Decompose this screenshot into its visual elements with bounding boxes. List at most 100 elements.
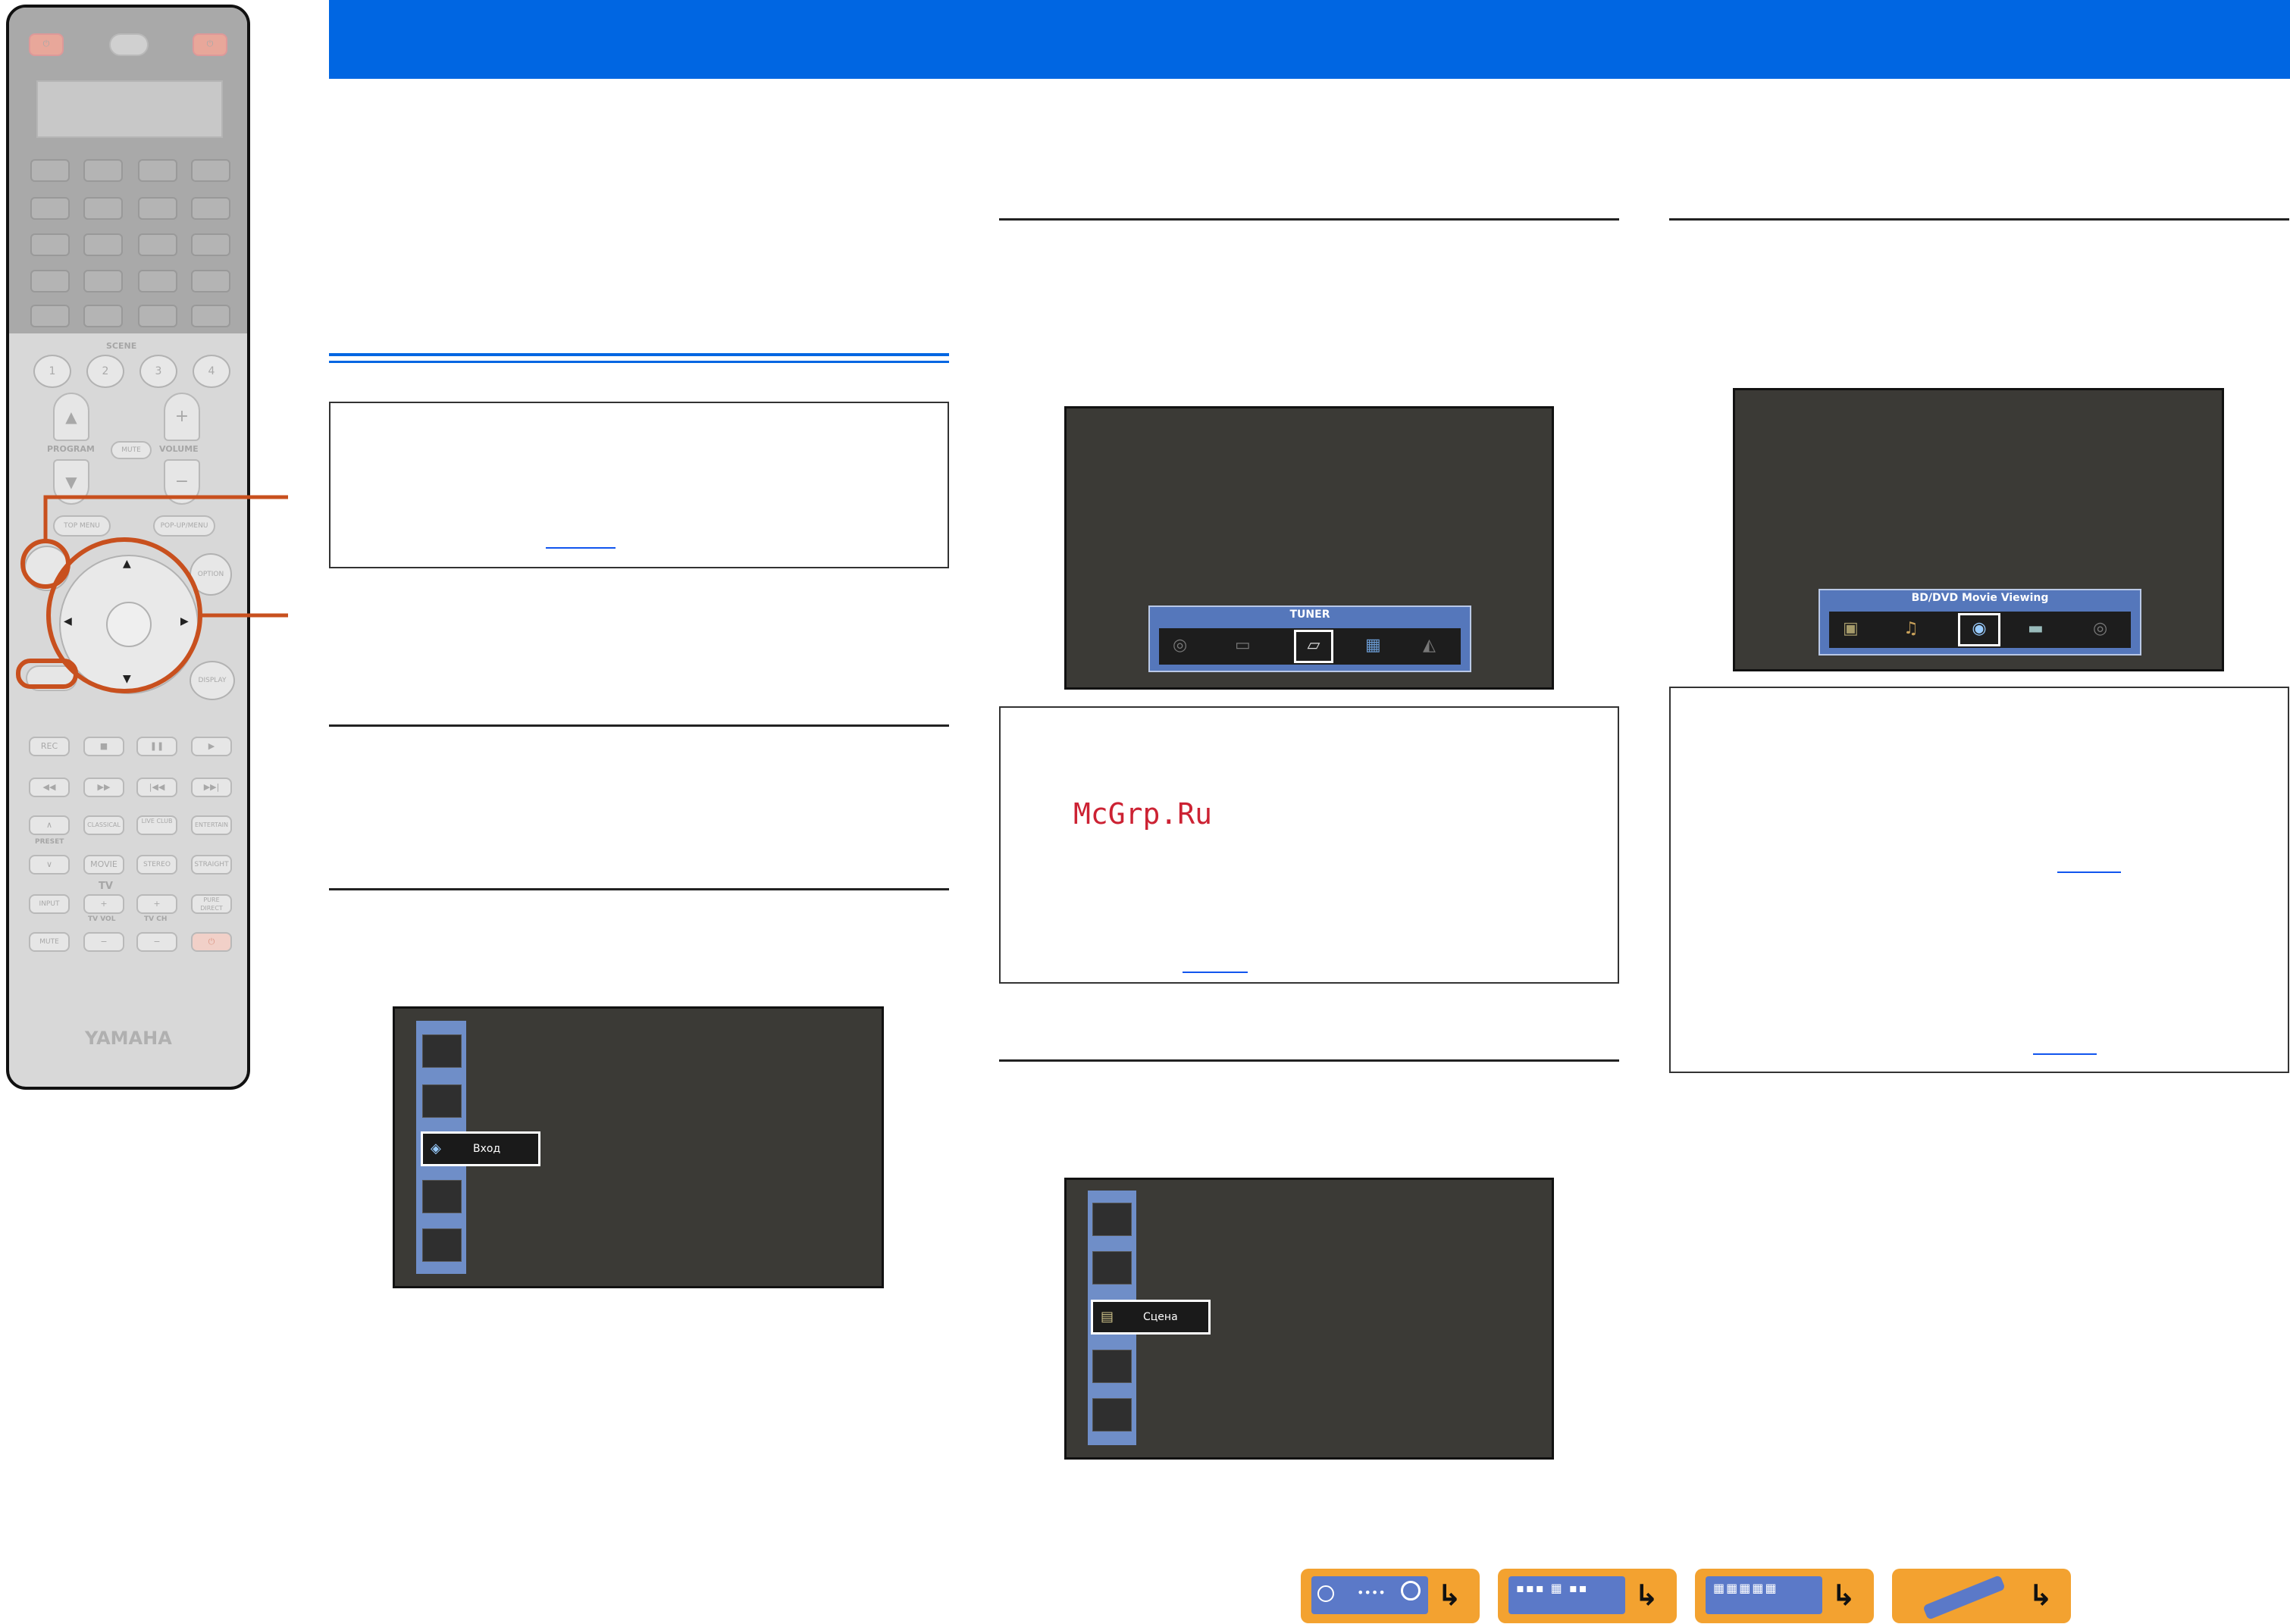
source-icon-tuner-selected[interactable]: ▱	[1294, 630, 1333, 663]
tv-input-button[interactable]: INPUT	[29, 894, 70, 914]
page-link[interactable]	[1183, 972, 1248, 973]
step-rule	[329, 724, 949, 727]
nav-button-rear-panel[interactable]: ▦▦▦▦▦ ↳	[1695, 1569, 1874, 1623]
page-link[interactable]	[2057, 871, 2121, 873]
pause-button[interactable]: ❚❚	[136, 737, 177, 756]
step-rule	[329, 888, 949, 890]
osd-screen-bd-scene: BD/DVD Movie Viewing ▣ ♫ ◉ ▬ ◎	[1733, 388, 2224, 671]
nav-button-front-panel[interactable]: •••• ↳	[1301, 1569, 1480, 1623]
rec-button[interactable]: REC	[29, 737, 70, 756]
menu-item-input-label: Вход	[473, 1143, 501, 1155]
scene-icon-row: ▣ ♫ ◉ ▬ ◎	[1829, 612, 2131, 648]
menu-icon-settings[interactable]	[422, 1228, 462, 1262]
preset-down-button[interactable]: ∨	[29, 855, 70, 875]
remote-shape-icon	[1922, 1575, 2006, 1620]
tv-power-button[interactable]: ⏻	[191, 932, 232, 952]
callout-line-top	[43, 495, 288, 541]
classical-button[interactable]: CLASSICAL	[83, 815, 124, 835]
source-icon-dock[interactable]: ◭	[1423, 636, 1436, 655]
menu-icon-input[interactable]	[1092, 1350, 1132, 1383]
scene-bar: BD/DVD Movie Viewing ▣ ♫ ◉ ▬ ◎	[1819, 589, 2141, 656]
remote-callouts	[16, 495, 288, 693]
fast-forward-button[interactable]: ▶▶	[83, 778, 124, 797]
scene-icon-bd-selected[interactable]: ◉	[1958, 613, 2000, 646]
tuner-input-bar: TUNER ◎ ▭ ▱ ▦ ◭	[1148, 605, 1471, 672]
menu-icon-theater[interactable]	[1092, 1398, 1132, 1432]
tv-mute-button[interactable]: MUTE	[29, 932, 70, 952]
return-arrow-icon: ↳	[2028, 1579, 2053, 1612]
cursor-pad-highlight	[46, 537, 202, 693]
scene-icon-radio[interactable]: ◎	[2093, 619, 2107, 638]
section-rule-blue	[329, 353, 949, 356]
source-icon-disc[interactable]: ◎	[1173, 636, 1187, 655]
tv-ch-label: TV CH	[144, 915, 168, 923]
watermark-text: McGrp.Ru	[1073, 797, 1213, 831]
menu-item-input[interactable]: ◈ Вход	[421, 1131, 540, 1166]
page-link[interactable]	[2033, 1053, 2097, 1055]
return-arrow-icon: ↳	[1437, 1579, 1461, 1612]
pure-direct-button[interactable]: PURE DIRECT	[191, 894, 232, 914]
dots-icon: ••••	[1357, 1585, 1386, 1600]
receiver-icon: ••••	[1311, 1576, 1428, 1614]
preset-label: PRESET	[35, 838, 64, 846]
remote-icon	[1903, 1575, 2019, 1620]
page-link[interactable]	[546, 547, 616, 549]
stop-button[interactable]: ■	[83, 737, 124, 756]
scene-icon-music[interactable]: ♫	[1903, 619, 1919, 638]
entertain-button[interactable]: ENTERTAIN	[191, 815, 232, 835]
step-rule	[999, 218, 1619, 221]
volume-knob-icon	[1401, 1581, 1421, 1601]
note-box	[1669, 687, 2289, 1073]
menu-icon-settings[interactable]	[1092, 1203, 1132, 1236]
tv-vol-up-button[interactable]: +	[83, 894, 124, 914]
live-club-button[interactable]: LIVE CLUB	[136, 815, 177, 835]
tuner-title: TUNER	[1289, 609, 1330, 621]
return-arrow-icon: ↳	[1634, 1579, 1659, 1612]
play-button[interactable]: ▶	[191, 737, 232, 756]
nav-button-remote[interactable]: ↳	[1892, 1569, 2071, 1623]
front-panel-icon: ▪▪▪ ▦ ▪▪	[1508, 1576, 1625, 1614]
osd-screen-tuner: TUNER ◎ ▭ ▱ ▦ ◭	[1064, 406, 1554, 690]
straight-button[interactable]: STRAIGHT	[191, 855, 232, 875]
preset-up-button[interactable]: ∧	[29, 815, 70, 835]
stereo-button[interactable]: STEREO	[136, 855, 177, 875]
menu-item-scene-label: Сцена	[1143, 1311, 1178, 1323]
menu-icon-tv[interactable]	[422, 1034, 462, 1068]
rear-panel-icon: ▦▦▦▦▦	[1706, 1576, 1822, 1614]
scene-title: BD/DVD Movie Viewing	[1911, 592, 2049, 604]
step-rule	[1669, 218, 2289, 221]
buttons-grid-icon: ▪▪▪ ▦ ▪▪	[1516, 1581, 1589, 1595]
skip-back-button[interactable]: |◀◀	[136, 778, 177, 797]
menu-icon-theater[interactable]	[422, 1180, 462, 1213]
input-icon: ◈	[431, 1141, 441, 1156]
header-bar	[329, 0, 2290, 79]
return-button-highlight	[20, 539, 70, 589]
tv-ch-up-button[interactable]: +	[136, 894, 177, 914]
tv-vol-down-button[interactable]: −	[83, 932, 124, 952]
tv-ch-down-button[interactable]: −	[136, 932, 177, 952]
tv-vol-label: TV VOL	[88, 915, 116, 923]
rewind-button[interactable]: ◀◀	[29, 778, 70, 797]
scene-icon-disc-box[interactable]: ▣	[1843, 619, 1859, 638]
note-box: McGrp.Ru	[999, 706, 1619, 984]
source-icon-pc[interactable]: ▦	[1365, 636, 1381, 655]
section-rule-blue-thin	[329, 361, 949, 363]
tv-label: TV	[99, 881, 113, 892]
skip-forward-button[interactable]: ▶▶|	[191, 778, 232, 797]
tuner-icon-row: ◎ ▭ ▱ ▦ ◭	[1159, 628, 1461, 665]
source-icon-player[interactable]: ▭	[1235, 636, 1251, 655]
scene-icon-tv[interactable]: ▬	[2028, 619, 2044, 638]
osd-screen-input-menu: ◈ Вход	[393, 1006, 884, 1288]
menu-icon-box[interactable]	[422, 1084, 462, 1118]
remote-brand-logo: YAMAHA	[85, 1028, 172, 1049]
note-box	[329, 402, 949, 568]
menu-item-scene[interactable]: ▤ Сцена	[1091, 1300, 1211, 1335]
nav-button-front-display[interactable]: ▪▪▪ ▦ ▪▪ ↳	[1498, 1569, 1677, 1623]
connectors-icon: ▦▦▦▦▦	[1713, 1581, 1778, 1595]
scene-icon: ▤	[1101, 1309, 1114, 1325]
movie-button[interactable]: MOVIE	[83, 855, 124, 875]
menu-icon-tv[interactable]	[1092, 1251, 1132, 1284]
osd-screen-scene-menu: ▤ Сцена	[1064, 1178, 1554, 1460]
knob-icon	[1317, 1585, 1334, 1602]
step-rule	[999, 1059, 1619, 1062]
